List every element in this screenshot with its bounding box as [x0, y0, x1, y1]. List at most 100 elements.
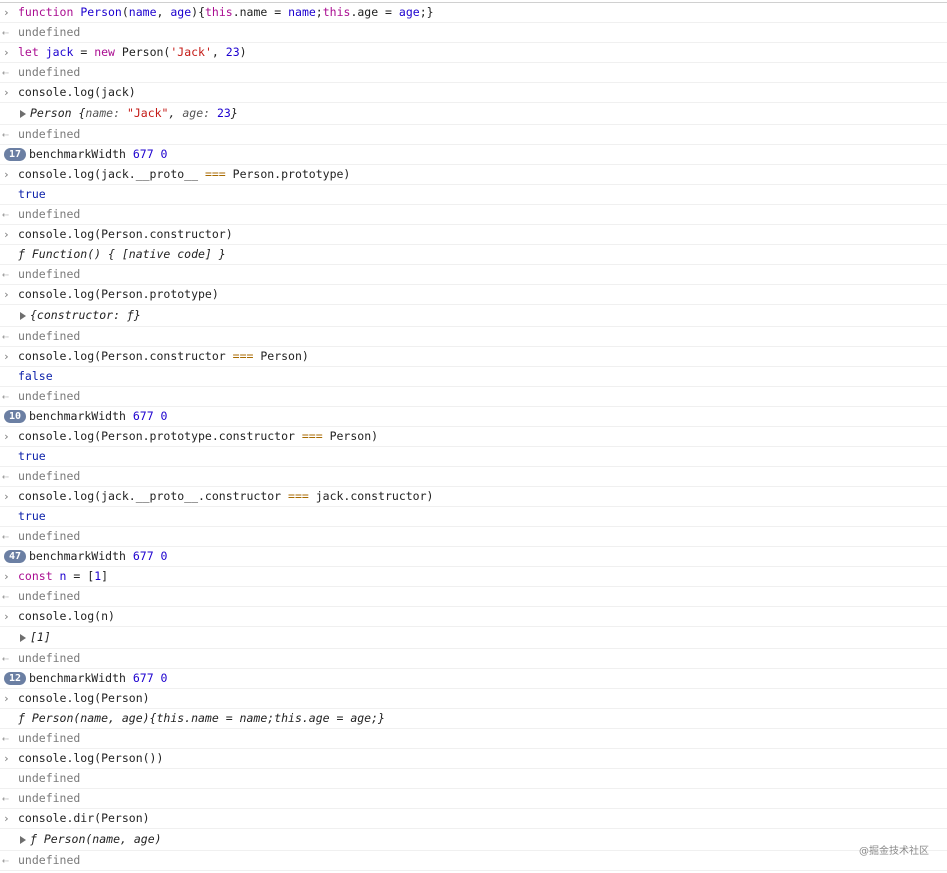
code-token: benchmarkWidth: [29, 549, 133, 563]
code-token: benchmarkWidth: [29, 409, 133, 423]
return-arrow-icon: ⇠: [2, 652, 9, 665]
code-token: ): [239, 45, 247, 59]
console-row-output: ƒ Person(name, age){this.name = name;thi…: [0, 709, 947, 729]
code-token: ===: [204, 167, 226, 181]
expand-triangle-icon[interactable]: [20, 109, 26, 118]
input-prompt-icon: ›: [3, 86, 10, 99]
console-row-input: › console.log(n): [0, 607, 947, 627]
code-token: function: [18, 5, 81, 19]
code-token: undefined: [18, 731, 81, 745]
code-token: Person): [253, 349, 309, 363]
code-token: console.log(Person.prototype.constructor: [18, 429, 302, 443]
console-row-input: › console.log(Person.constructor === Pers…: [0, 347, 947, 367]
console-row-input: › console.log(Person.prototype.constructo…: [0, 427, 947, 447]
console-row-badge: 17 benchmarkWidth 677 0: [0, 145, 947, 165]
input-prompt-icon: ›: [3, 168, 10, 181]
code-token: ,: [168, 106, 183, 120]
console-row-input: › console.log(jack): [0, 83, 947, 103]
code-token: this: [205, 5, 233, 19]
code-token: Person.prototype): [225, 167, 351, 181]
code-token: {constructor: ƒ}: [30, 308, 141, 322]
code-token: = [: [66, 569, 95, 583]
console-row-output: true: [0, 447, 947, 467]
code-token: undefined: [18, 389, 81, 403]
console-row-return: ⇠ undefined: [0, 265, 947, 285]
code-token: ){: [191, 5, 205, 19]
code-token: undefined: [18, 589, 81, 603]
code-token: undefined: [18, 207, 81, 221]
code-token: 23: [216, 106, 231, 120]
expand-triangle-icon[interactable]: [20, 633, 26, 642]
console-row-input: › console.log(jack.__proto__ === Person.p…: [0, 165, 947, 185]
input-prompt-icon: ›: [3, 692, 10, 705]
code-token: age: [170, 5, 192, 19]
repeat-count-badge: 12: [4, 672, 27, 685]
code-token: undefined: [18, 65, 81, 79]
code-token: =: [73, 45, 95, 59]
return-arrow-icon: ⇠: [2, 530, 9, 543]
return-arrow-icon: ⇠: [2, 26, 9, 39]
console-row-return: ⇠ undefined: [0, 587, 947, 607]
console-row-return: ⇠ undefined: [0, 327, 947, 347]
console-row-input: › console.log(Person()): [0, 749, 947, 769]
code-token: ƒ Person(name, age): [30, 832, 162, 846]
code-token: ;: [315, 5, 323, 19]
code-token: benchmarkWidth: [29, 671, 133, 685]
code-token: undefined: [18, 127, 81, 141]
code-token: console.log(n): [18, 609, 115, 623]
code-token: ƒ Person(name, age){this.name = name;thi…: [18, 711, 385, 725]
code-token: ,: [156, 5, 171, 19]
return-arrow-icon: ⇠: [2, 470, 9, 483]
code-token: console.log(Person()): [18, 751, 164, 765]
code-token: undefined: [18, 651, 81, 665]
code-token: true: [18, 449, 46, 463]
console-row-output: undefined: [0, 769, 947, 789]
expand-triangle-icon[interactable]: [20, 835, 26, 844]
code-token: ƒ Function() { [native code] }: [18, 247, 226, 261]
input-prompt-icon: ›: [3, 812, 10, 825]
code-token: name: [128, 5, 157, 19]
console-row-object[interactable]: Person {name: "Jack", age: 23}: [0, 103, 947, 125]
input-prompt-icon: ›: [3, 46, 10, 59]
code-token: 'Jack': [170, 45, 212, 59]
code-token: console.dir(Person): [18, 811, 150, 825]
code-token: undefined: [18, 25, 81, 39]
console-row-input: › console.log(jack.__proto__.constructor …: [0, 487, 947, 507]
console-row-input: › const n = [1]: [0, 567, 947, 587]
code-token: this: [322, 5, 351, 19]
code-token: jack: [45, 45, 74, 59]
input-prompt-icon: ›: [3, 752, 10, 765]
code-token: ===: [301, 429, 323, 443]
input-prompt-icon: ›: [3, 6, 10, 19]
console-row-badge: 12 benchmarkWidth 677 0: [0, 669, 947, 689]
code-token: ===: [288, 489, 309, 503]
code-token: let: [18, 45, 46, 59]
code-token: undefined: [18, 791, 81, 805]
console-row-return: ⇠ undefined: [0, 125, 947, 145]
console-row-object[interactable]: ƒ Person(name, age): [0, 829, 947, 851]
console-row-badge: 47 benchmarkWidth 677 0: [0, 547, 947, 567]
console-row-badge: 10 benchmarkWidth 677 0: [0, 407, 947, 427]
console-row-object[interactable]: {constructor: ƒ}: [0, 305, 947, 327]
code-token: new: [94, 45, 122, 59]
code-token: benchmarkWidth: [29, 147, 133, 161]
code-token: undefined: [18, 267, 81, 281]
console-row-input: › console.log(Person.constructor): [0, 225, 947, 245]
expand-triangle-icon[interactable]: [20, 311, 26, 320]
code-token: 677 0: [132, 147, 168, 161]
console-row-return: ⇠ undefined: [0, 851, 947, 871]
return-arrow-icon: ⇠: [2, 732, 9, 745]
return-arrow-icon: ⇠: [2, 390, 9, 403]
console-row-return: ⇠ undefined: [0, 63, 947, 83]
console-row-input: › let jack = new Person('Jack', 23): [0, 43, 947, 63]
code-token: const: [18, 569, 60, 583]
input-prompt-icon: ›: [3, 610, 10, 623]
input-prompt-icon: ›: [3, 228, 10, 241]
code-token: ===: [232, 349, 254, 363]
repeat-count-badge: 47: [4, 550, 27, 563]
console-row-return: ⇠ undefined: [0, 387, 947, 407]
console-row-object[interactable]: [1]: [0, 627, 947, 649]
code-token: true: [18, 187, 46, 201]
input-prompt-icon: ›: [3, 350, 10, 363]
return-arrow-icon: ⇠: [2, 330, 9, 343]
